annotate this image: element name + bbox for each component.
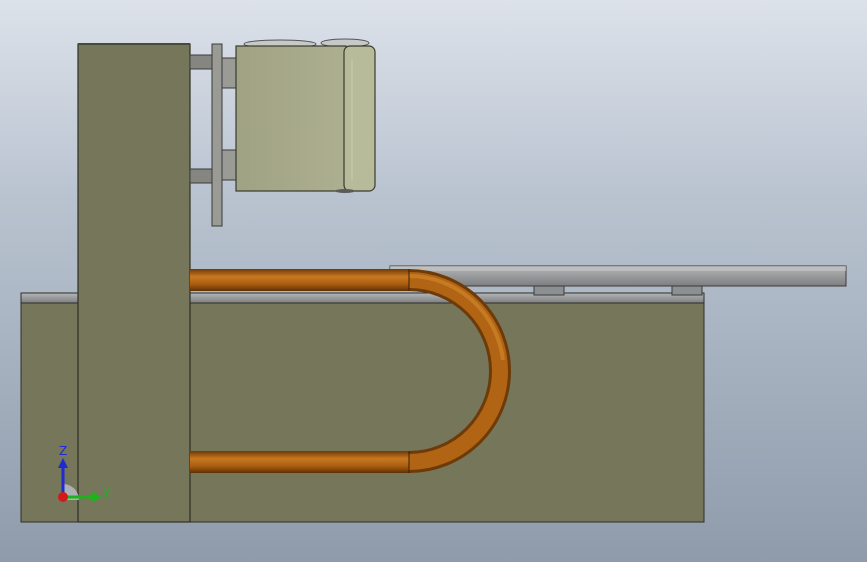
3d-model-viewport[interactable]: [0, 0, 867, 562]
orientation-triad: Z Y: [58, 444, 111, 502]
motor-bracket[interactable]: [189, 43, 237, 227]
rail-carriage[interactable]: [671, 285, 703, 296]
motor[interactable]: [235, 38, 376, 193]
rail-carriage[interactable]: [533, 285, 565, 296]
z-axis-arrowhead: [58, 458, 68, 468]
x-axis-origin: [58, 492, 68, 502]
y-axis-label: Y: [102, 486, 111, 500]
y-axis-arrowhead: [92, 492, 102, 502]
z-axis-label: Z: [59, 444, 67, 458]
